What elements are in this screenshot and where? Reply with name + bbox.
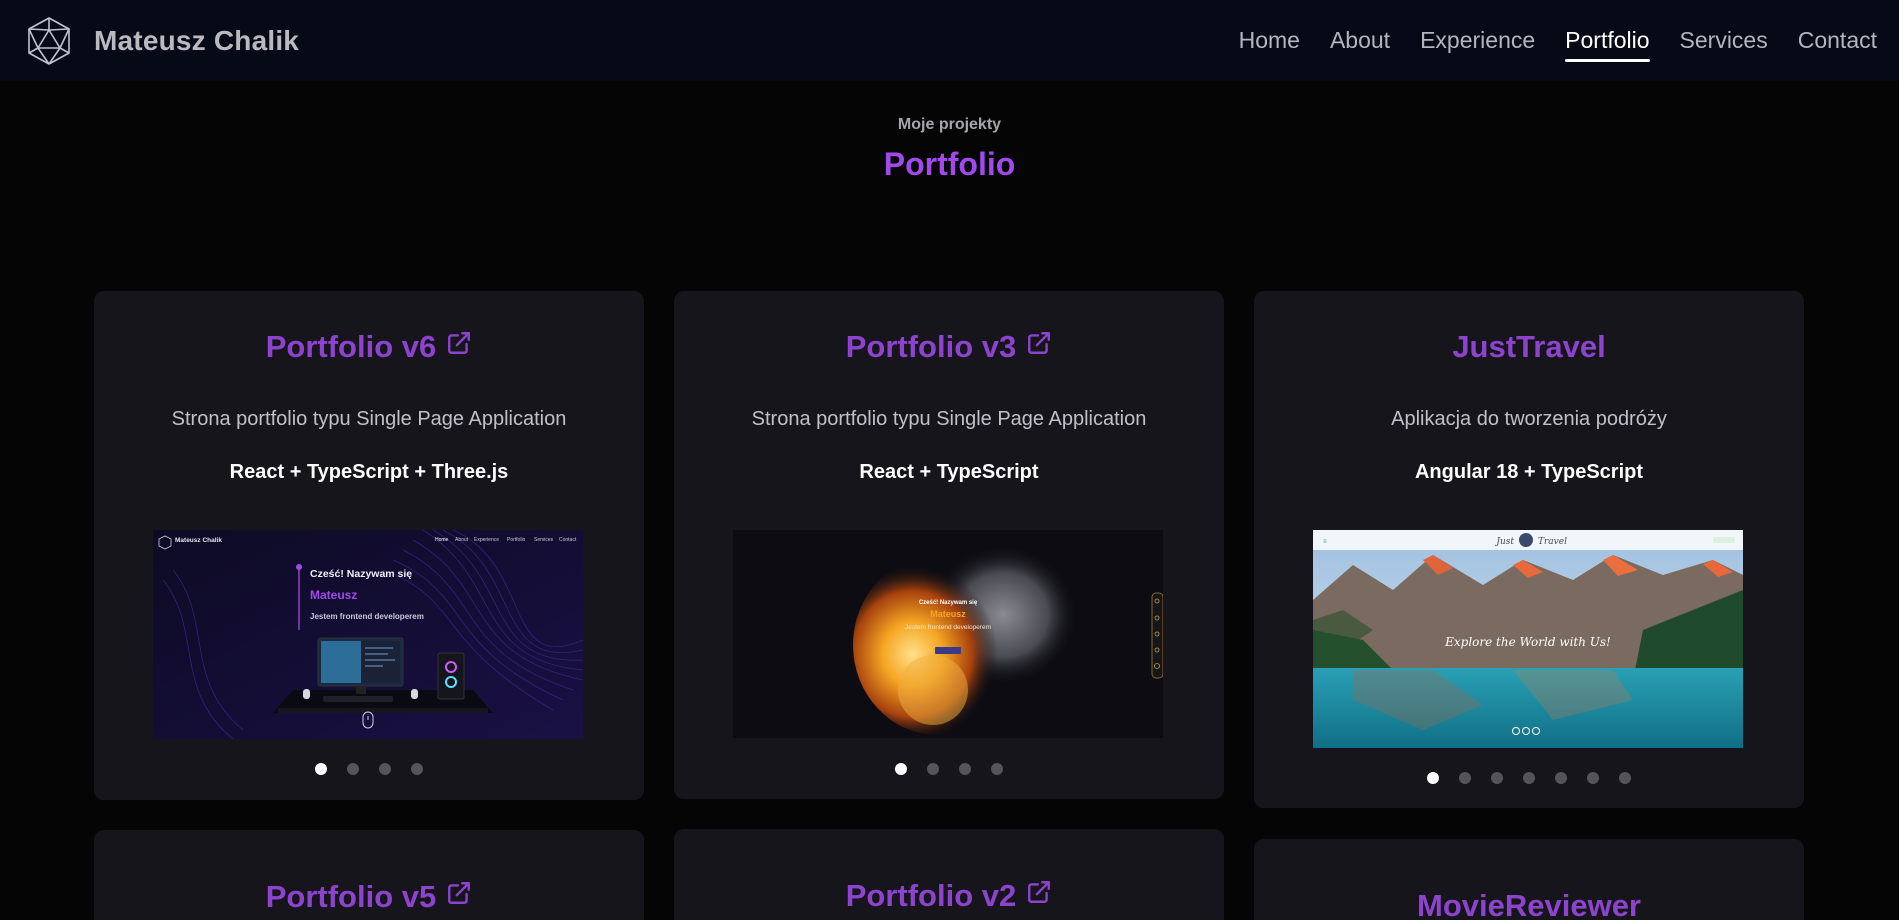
project-tech-stack: React + TypeScript + Three.js — [229, 461, 509, 483]
svg-text:Mateusz: Mateusz — [310, 588, 357, 602]
svg-text:Services: Services — [534, 537, 554, 543]
project-tech-stack: React + TypeScript — [859, 461, 1039, 483]
carousel-dot[interactable] — [379, 763, 391, 775]
project-title-link[interactable]: MovieReviewer — [1254, 888, 1804, 920]
svg-text:Jestem frontend developerem: Jestem frontend developerem — [905, 624, 991, 631]
carousel-dot[interactable] — [347, 763, 359, 775]
project-tech-stack: Angular 18 + TypeScript — [1414, 461, 1644, 483]
carousel-dot[interactable] — [1459, 772, 1471, 784]
carousel-dot[interactable] — [1587, 772, 1599, 784]
project-title-link[interactable]: JustTravel — [1254, 329, 1804, 365]
carousel-dot[interactable] — [1523, 772, 1535, 784]
nav-item-services[interactable]: Services — [1680, 21, 1768, 60]
svg-text:Mateusz: Mateusz — [930, 609, 966, 619]
carousel-dot[interactable] — [1555, 772, 1567, 784]
polyhedron-logo-icon — [28, 16, 70, 65]
project-title: JustTravel — [1452, 329, 1606, 364]
carousel-dot[interactable] — [315, 763, 327, 775]
brand[interactable]: Mateusz Chalik — [24, 16, 299, 66]
project-title-link[interactable]: Portfolio v5 — [94, 879, 644, 915]
project-preview-image[interactable]: ≡ Just Travel Explore the World with Us! — [1313, 530, 1743, 748]
project-title-link[interactable]: Portfolio v2 — [674, 878, 1224, 914]
project-preview-image[interactable]: Mateusz Chalik Home About Experience Por… — [153, 530, 583, 739]
svg-text:Experience: Experience — [474, 537, 499, 543]
svg-text:About: About — [455, 537, 469, 543]
nav-item-experience[interactable]: Experience — [1420, 21, 1535, 60]
svg-text:Portfolio: Portfolio — [507, 537, 526, 543]
carousel-dot[interactable] — [959, 763, 971, 775]
preview-brand: Mateusz Chalik — [175, 537, 222, 544]
project-title: MovieReviewer — [1417, 888, 1641, 920]
carousel-dot[interactable] — [991, 763, 1003, 775]
svg-text:Contact: Contact — [559, 537, 577, 543]
svg-text:≡: ≡ — [1323, 539, 1327, 545]
external-link-icon — [448, 882, 471, 904]
project-title-link[interactable]: Portfolio v3 — [674, 329, 1224, 365]
project-title-link[interactable]: Portfolio v6 — [94, 329, 644, 365]
project-title: Portfolio v2 — [845, 878, 1017, 913]
carousel-dot[interactable] — [1427, 772, 1439, 784]
svg-text:Cześć! Nazywam się: Cześć! Nazywam się — [919, 600, 978, 606]
svg-text:Home: Home — [435, 537, 449, 543]
navbar: Mateusz Chalik Home About Experience Por… — [0, 0, 1899, 81]
external-link-icon — [1028, 881, 1051, 903]
project-description: Strona portfolio typu Single Page Applic… — [171, 408, 567, 430]
carousel-dot[interactable] — [1619, 772, 1631, 784]
carousel-dots — [674, 763, 1224, 775]
project-card-moviereviewer: MovieReviewer — [1254, 839, 1804, 920]
main-nav: Home About Experience Portfolio Services… — [1239, 21, 1877, 62]
section-title: Portfolio — [883, 146, 1016, 182]
section-subtitle: Moje projekty — [897, 116, 1002, 133]
carousel-dot[interactable] — [927, 763, 939, 775]
project-title: Portfolio v6 — [265, 329, 437, 364]
project-card-portfolio-v6: Portfolio v6 Strona portfolio typu Singl… — [94, 291, 644, 800]
project-card-portfolio-v3: Portfolio v3 Strona portfolio typu Singl… — [674, 291, 1224, 799]
external-link-icon — [1028, 332, 1051, 354]
project-card-portfolio-v2: Portfolio v2 — [674, 829, 1224, 920]
svg-text:Explore the World with Us!: Explore the World with Us! — [1444, 635, 1611, 649]
svg-text:Jestem frontend developerem: Jestem frontend developerem — [310, 612, 424, 621]
carousel-dot[interactable] — [411, 763, 423, 775]
carousel-dot[interactable] — [1491, 772, 1503, 784]
project-title: Portfolio v3 — [845, 329, 1017, 364]
project-description: Aplikacja do tworzenia podróży — [1391, 408, 1667, 430]
svg-text:Travel: Travel — [1538, 537, 1567, 547]
svg-text:Just: Just — [1494, 537, 1514, 547]
project-card-portfolio-v5: Portfolio v5 — [94, 830, 644, 920]
project-card-justtravel: JustTravel Aplikacja do tworzenia podróż… — [1254, 291, 1804, 808]
nav-item-home[interactable]: Home — [1239, 21, 1300, 60]
nav-item-portfolio[interactable]: Portfolio — [1565, 21, 1650, 62]
carousel-dots — [94, 763, 644, 775]
carousel-dot[interactable] — [895, 763, 907, 775]
project-preview-image[interactable]: Cześć! Nazywam się Mateusz Jestem fronte… — [733, 530, 1163, 738]
svg-text:Cześć! Nazywam się: Cześć! Nazywam się — [310, 568, 412, 580]
external-link-icon — [448, 332, 471, 354]
nav-item-about[interactable]: About — [1330, 21, 1390, 60]
project-description: Strona portfolio typu Single Page Applic… — [751, 408, 1147, 430]
nav-item-contact[interactable]: Contact — [1798, 21, 1877, 60]
brand-name: Mateusz Chalik — [94, 24, 300, 56]
carousel-dots — [1254, 772, 1804, 784]
project-title: Portfolio v5 — [265, 879, 437, 914]
